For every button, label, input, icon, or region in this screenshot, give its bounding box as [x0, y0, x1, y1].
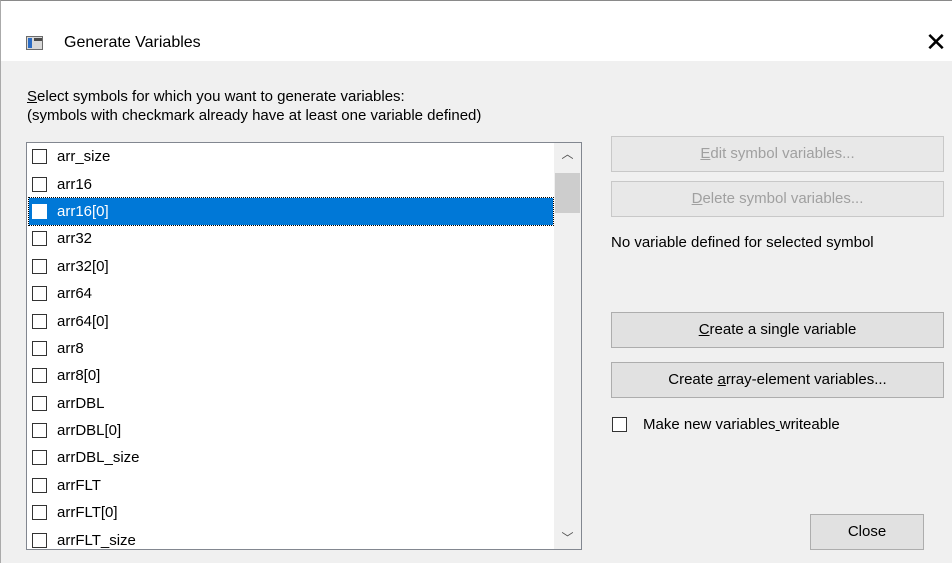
close-icon[interactable]: ✕	[918, 25, 952, 61]
symbol-list-item[interactable]: arr_size	[29, 143, 553, 170]
symbol-list[interactable]: arr_size arr16 arr16[0] arr32 arr32[0] arr64 a…	[26, 142, 582, 550]
symbol-label: arr16	[57, 175, 93, 193]
symbol-list-item[interactable]: arr32[0]	[29, 253, 553, 280]
window-icon	[26, 36, 43, 50]
symbol-checkbox[interactable]	[32, 532, 47, 548]
symbol-label: arr8[0]	[57, 367, 101, 385]
symbol-checkbox[interactable]	[32, 203, 47, 219]
writeable-checkbox-label: Make new variables writeable	[643, 416, 840, 433]
symbol-list-item[interactable]: arr8[0]	[29, 362, 553, 389]
close-button[interactable]: Close	[810, 514, 924, 550]
symbol-checkbox[interactable]	[32, 149, 47, 165]
symbol-label: arrFLT	[57, 476, 101, 494]
writeable-checkbox-box[interactable]	[612, 417, 627, 432]
symbol-checkbox[interactable]	[32, 450, 47, 466]
create-single-variable-button[interactable]: Create a single variable	[611, 312, 944, 348]
symbol-label: arrDBL[0]	[57, 422, 122, 440]
symbol-label: arrDBL	[57, 394, 105, 412]
scroll-up-icon[interactable]: ︿	[554, 143, 581, 165]
symbol-list-item[interactable]: arr16[0]	[28, 196, 554, 227]
symbol-list-item[interactable]: arr64	[29, 280, 553, 307]
instruction-line-1: Select symbols for which you want to gen…	[27, 88, 405, 105]
array-button-label: Create array-element variables...	[668, 371, 887, 388]
instruction-line-2: (symbols with checkmark already have at …	[27, 107, 482, 124]
symbol-list-item[interactable]: arr8	[29, 335, 553, 362]
symbol-checkbox[interactable]	[32, 231, 47, 247]
symbol-list-item[interactable]: arrFLT	[29, 472, 553, 499]
symbol-label: arr64[0]	[57, 312, 109, 330]
symbol-checkbox[interactable]	[32, 423, 47, 439]
symbol-checkbox[interactable]	[32, 368, 47, 384]
instruction-line-1-rest: elect symbols for which you want to gene…	[37, 88, 405, 105]
symbol-checkbox[interactable]	[32, 176, 47, 192]
symbol-list-item[interactable]: arr64[0]	[29, 307, 553, 334]
symbol-label: arr32	[57, 230, 93, 248]
symbol-list-item[interactable]: arrFLT_size	[29, 526, 553, 549]
symbol-list-item[interactable]: arrDBL	[29, 390, 553, 417]
selection-status-text: No variable defined for selected symbol	[611, 234, 874, 251]
symbol-checkbox[interactable]	[32, 340, 47, 356]
symbol-checkbox[interactable]	[32, 477, 47, 493]
symbol-checkbox[interactable]	[32, 395, 47, 411]
symbol-list-item[interactable]: arr32	[29, 225, 553, 252]
symbol-label: arr64	[57, 285, 93, 303]
window-title: Generate Variables	[64, 34, 201, 51]
delete-button-label: Delete symbol variables...	[691, 190, 864, 207]
symbol-checkbox[interactable]	[32, 505, 47, 521]
symbol-list-item[interactable]: arr16	[29, 170, 553, 197]
symbol-list-items: arr_size arr16 arr16[0] arr32 arr32[0] arr64 a…	[27, 143, 555, 549]
symbol-label: arrDBL_size	[57, 449, 140, 467]
symbol-label: arr_size	[57, 148, 111, 166]
generate-variables-dialog: Generate Variables ✕ Select symbols for …	[0, 0, 952, 563]
symbol-label: arr8	[57, 339, 84, 357]
symbol-label: arrFLT_size	[57, 531, 136, 549]
delete-symbol-variables-button[interactable]: Delete symbol variables...	[611, 181, 944, 217]
symbol-checkbox[interactable]	[32, 258, 47, 274]
vertical-scrollbar[interactable]: ︿ ﹀	[554, 143, 581, 549]
title-bar: Generate Variables ✕	[1, 1, 952, 61]
symbol-label: arr32[0]	[57, 257, 109, 275]
single-button-label: Create a single variable	[698, 321, 857, 338]
make-writeable-checkbox[interactable]: Make new variables writeable	[612, 416, 840, 433]
scroll-thumb[interactable]	[555, 173, 580, 213]
create-array-element-variables-button[interactable]: Create array-element variables...	[611, 362, 944, 398]
edit-symbol-variables-button[interactable]: Edit symbol variables...	[611, 136, 944, 172]
symbol-list-item[interactable]: arrFLT[0]	[29, 499, 553, 526]
symbol-label: arr16[0]	[57, 202, 109, 220]
edit-button-label: Edit symbol variables...	[700, 145, 855, 162]
symbol-label: arrFLT[0]	[57, 504, 118, 522]
symbol-checkbox[interactable]	[32, 286, 47, 302]
symbol-list-item[interactable]: arrDBL[0]	[29, 417, 553, 444]
symbol-list-item[interactable]: arrDBL_size	[29, 444, 553, 471]
symbol-checkbox[interactable]	[32, 313, 47, 329]
scroll-down-icon[interactable]: ﹀	[554, 527, 581, 549]
